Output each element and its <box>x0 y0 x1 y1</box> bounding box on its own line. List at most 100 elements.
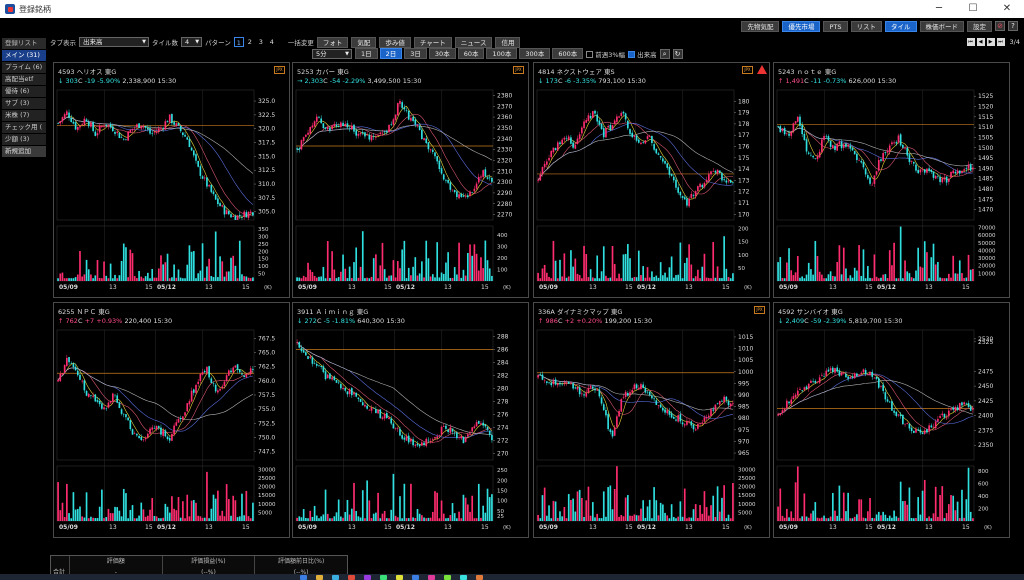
taskbar-app-icon[interactable] <box>380 575 387 580</box>
candle-body <box>241 217 243 219</box>
top-button-4[interactable]: タイル <box>885 20 917 32</box>
volume-bar <box>342 517 344 521</box>
taskbar-app-icon[interactable] <box>476 575 483 580</box>
close-button[interactable]: ✕ <box>990 0 1024 18</box>
volume-bar <box>142 278 145 281</box>
taskbar-app-icon[interactable] <box>300 575 307 580</box>
top-button-6[interactable]: 設定 <box>967 20 992 32</box>
sidebar-item-5[interactable]: サブ (3) <box>2 98 46 109</box>
x-axis-label: 13 <box>444 524 452 531</box>
stock-tile-5253[interactable]: 5253 カバー 東G → 2,303C -54 -2.29% 3,499,500… <box>292 62 529 298</box>
sidebar-item-8[interactable]: 少額 (3) <box>2 134 46 145</box>
candle-body <box>238 369 241 373</box>
volume-checkbox[interactable] <box>628 51 636 58</box>
volume-tick-label: 150 <box>258 257 269 263</box>
candlestick-chart[interactable]: 1525152015151510150515001495149014851480… <box>774 63 1011 299</box>
prev-page-icon[interactable]: ◀ <box>976 38 985 46</box>
volume-bar <box>882 274 884 281</box>
candle-body <box>934 421 937 429</box>
span-button-2[interactable]: 3日 <box>404 48 427 59</box>
taskbar-app-icon[interactable] <box>412 575 419 580</box>
span-button-4[interactable]: 60本 <box>457 48 485 59</box>
top-button-1[interactable]: 優先市場 <box>782 20 821 32</box>
sidebar-item-4[interactable]: 優待 (6) <box>2 86 46 97</box>
sidebar-item-1[interactable]: メイン (31) <box>2 50 46 61</box>
taskbar-app-icon[interactable] <box>364 575 371 580</box>
candlestick-chart[interactable]: 2530252524752450242524002375235080060040… <box>774 303 1011 539</box>
candlestick-chart[interactable]: 767.5765.0762.5760.0757.5755.0752.5750.0… <box>54 303 291 539</box>
span-button-3[interactable]: 30本 <box>428 48 456 59</box>
next-page-icon[interactable]: ▶ <box>986 38 995 46</box>
span-button-7[interactable]: 600本 <box>552 48 584 59</box>
interval-select[interactable]: 5分 <box>312 48 352 59</box>
taskbar-app-icon[interactable] <box>316 575 323 580</box>
taskbar-app-icon[interactable] <box>428 575 435 580</box>
candlestick-chart[interactable]: 1801791781771761751741731721711702001501… <box>534 63 771 299</box>
stock-tile-4593[interactable]: 4593 ヘリオス 東G ↓ 303C -19 -5.90% 2,338,900 … <box>53 62 290 298</box>
tile-count-select[interactable]: 4 <box>181 37 203 47</box>
taskbar-app-icon[interactable] <box>444 575 451 580</box>
span-button-5[interactable]: 100本 <box>486 48 518 59</box>
pattern-2[interactable]: 2 <box>245 37 255 47</box>
option-volume[interactable]: 出来高 <box>628 49 657 59</box>
volume-bar <box>732 273 734 281</box>
pattern-1[interactable]: 1 <box>233 37 244 47</box>
top-button-0[interactable]: 先物気配 <box>741 20 780 32</box>
span-button-1[interactable]: 2日 <box>379 48 403 59</box>
tab-display-select[interactable]: 出来高 <box>79 37 149 47</box>
taskbar-app-icon[interactable] <box>332 575 339 580</box>
volume-bar <box>871 278 874 281</box>
taskbar-app-icon[interactable] <box>396 575 403 580</box>
x-axis-label: 13 <box>925 284 933 291</box>
top-button-5[interactable]: 株価ボード <box>919 20 964 32</box>
zoom-icon[interactable]: ⌕ <box>659 48 670 59</box>
taskbar-app-icon[interactable] <box>348 575 355 580</box>
help-icon[interactable]: ? <box>1008 21 1018 31</box>
toolbar-button-5[interactable]: 信用 <box>495 36 521 48</box>
minimize-button[interactable]: ─ <box>922 0 956 18</box>
sidebar-item-7[interactable]: チェック用 ( <box>2 122 46 133</box>
candle-body <box>227 211 230 215</box>
toolbar-button-3[interactable]: チャート <box>413 36 452 48</box>
refresh-icon[interactable]: ↻ <box>672 48 683 59</box>
option-prev-week-range[interactable]: 前週3%幅 <box>586 49 625 59</box>
last-page-icon[interactable]: ⏭ <box>996 38 1005 46</box>
top-button-2[interactable]: PTS <box>823 20 848 32</box>
first-page-icon[interactable]: ⏮ <box>966 38 975 46</box>
sidebar-item-2[interactable]: プライム (6) <box>2 62 46 73</box>
taskbar-app-icon[interactable] <box>460 575 467 580</box>
candlestick-chart[interactable]: 325.0322.5320.0317.5315.0312.5310.0307.5… <box>54 63 291 299</box>
candle-body <box>587 388 590 393</box>
volume-bar <box>221 510 224 521</box>
stock-tile-5243[interactable]: 5243 ｎｏｔｅ 東G ↑ 1,491C -11 -0.73% 626,000 … <box>773 62 1010 298</box>
top-button-3[interactable]: リスト <box>850 20 882 32</box>
toolbar-button-0[interactable]: フォト <box>316 36 349 48</box>
candle-body <box>842 372 845 374</box>
volume-tick-label: 20000 <box>258 485 276 491</box>
sidebar-item-9[interactable]: 新規追加 <box>2 146 46 157</box>
toolbar-button-4[interactable]: ニュース <box>454 36 493 48</box>
stock-tile-4592[interactable]: 4592 サンバイオ 東G ↓ 2,409C -59 -2.39% 5,819,7… <box>773 302 1010 538</box>
candlestick-chart[interactable]: 1015101010051000995990985980975970965300… <box>534 303 771 539</box>
stock-tile-4814[interactable]: 4814 ネクストウェア 東S ↓ 173C -6 -3.35% 793,100 … <box>533 62 770 298</box>
prev-week-checkbox[interactable] <box>586 51 594 58</box>
candle-body <box>847 376 849 379</box>
pattern-4[interactable]: 4 <box>267 37 277 47</box>
sidebar-item-3[interactable]: 高配当etf <box>2 74 46 85</box>
span-button-6[interactable]: 300本 <box>519 48 551 59</box>
volume-bar <box>565 518 568 521</box>
candlestick-chart[interactable]: 2882862842822802782762742722702502001501… <box>293 303 530 539</box>
pattern-3[interactable]: 3 <box>256 37 266 47</box>
stock-tile-3911[interactable]: 3911 Ａｉｍｉｎｇ 東G ↓ 272C -5 -1.81% 640,300 1… <box>292 302 529 538</box>
stock-tile-336A[interactable]: 336A ダイナミクマップ 東G ↑ 986C +2 +0.20% 199,200… <box>533 302 770 538</box>
candlestick-chart[interactable]: 2380237023602350234023302320231023002290… <box>293 63 530 299</box>
span-button-0[interactable]: 1日 <box>355 48 378 59</box>
stock-tile-6255[interactable]: 6255 ＮＰＣ 東G ↑ 762C +7 +0.93% 220,400 15:3… <box>53 302 290 538</box>
candle-body <box>941 413 944 416</box>
toolbar-button-1[interactable]: 気配 <box>351 36 377 48</box>
pin-icon[interactable]: ⊘ <box>995 21 1005 31</box>
maximize-button[interactable]: ☐ <box>956 0 990 18</box>
toolbar-button-2[interactable]: 歩み値 <box>379 36 411 48</box>
sidebar-item-6[interactable]: 米株 (7) <box>2 110 46 121</box>
candle-body <box>66 357 68 366</box>
